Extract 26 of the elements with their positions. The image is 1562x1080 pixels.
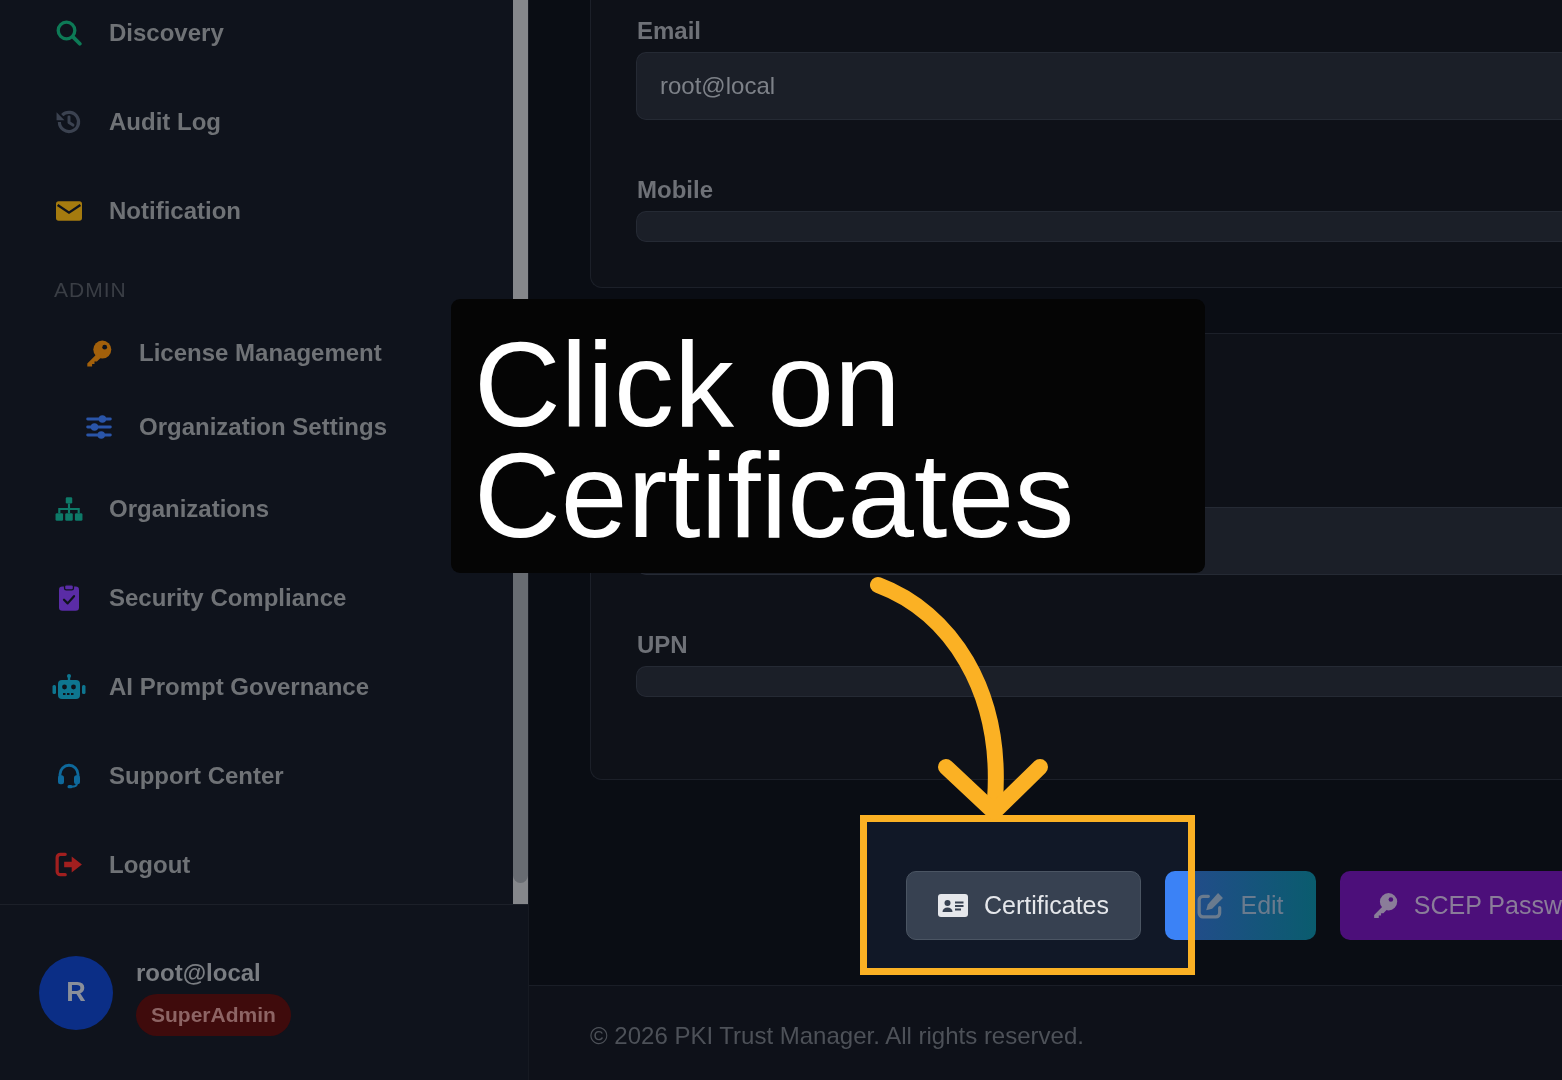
sidebar-link[interactable]: Audit Log	[52, 107, 221, 137]
user-avatar: R	[39, 955, 113, 1030]
sidebar-link[interactable]: Organization Settings	[82, 412, 387, 442]
user-name: root@local	[136, 958, 261, 988]
id-card-icon	[937, 894, 968, 917]
certificates-button[interactable]: Certificates	[906, 871, 1141, 940]
sidebar-link[interactable]: Organizations	[52, 493, 270, 524]
input-field[interactable]	[636, 211, 1562, 242]
sidebar-link[interactable]: AI Prompt Governance	[52, 671, 370, 702]
pencil-square-icon	[1197, 892, 1225, 919]
sidebar-link[interactable]: Logout	[52, 849, 191, 880]
copyright-text: © 2026 PKI Trust Manager. All rights reserved.	[590, 1021, 1084, 1051]
sidebar-link[interactable]: Discovery	[52, 18, 224, 48]
sidebar-link[interactable]: Security Compliance	[52, 582, 347, 613]
callout-text: Click on Certificates	[474, 329, 1076, 551]
key-icon	[1373, 892, 1398, 919]
role-badge: SuperAdmin	[136, 994, 291, 1036]
field-label: Email	[637, 16, 703, 46]
input-field[interactable]: root@local	[636, 52, 1562, 120]
field-label: UPN	[637, 630, 689, 660]
sidebar-link[interactable]: Notification	[52, 196, 241, 226]
sidebar-link[interactable]: Support Center	[52, 760, 284, 791]
input-field[interactable]	[636, 666, 1562, 697]
sidebar-link[interactable]: License Management	[82, 338, 382, 368]
field-label: Mobile	[637, 175, 714, 205]
scep-password-button[interactable]: SCEP Passw	[1340, 871, 1562, 940]
